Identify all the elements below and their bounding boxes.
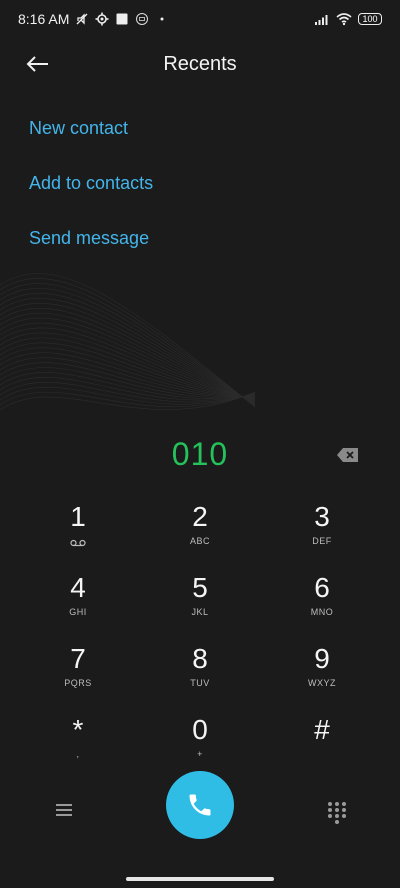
status-right: 100 bbox=[314, 12, 382, 26]
home-indicator[interactable] bbox=[126, 877, 274, 881]
key-5[interactable]: 5 JKL bbox=[150, 571, 250, 637]
key-6[interactable]: 6 MNO bbox=[272, 571, 372, 637]
key-7[interactable]: 7 PQRS bbox=[28, 642, 128, 708]
key-letters: , bbox=[76, 749, 80, 759]
key-digit: 7 bbox=[70, 643, 86, 674]
phone-icon bbox=[189, 794, 211, 816]
key-digit: 9 bbox=[314, 643, 330, 674]
key-digit: 4 bbox=[70, 572, 86, 603]
key-digit: 2 bbox=[192, 501, 208, 532]
status-left: 8:16 AM bbox=[18, 11, 169, 27]
key-digit: 5 bbox=[192, 572, 208, 603]
key-letters: MNO bbox=[310, 607, 334, 617]
key-letters: PQRS bbox=[64, 678, 92, 688]
key-letters: ABC bbox=[189, 536, 210, 546]
key-1[interactable]: 1 bbox=[28, 500, 128, 566]
dot-icon bbox=[160, 17, 164, 21]
key-digit: 3 bbox=[314, 501, 330, 532]
signal-icon bbox=[315, 15, 328, 25]
header: Recents bbox=[0, 40, 400, 88]
status-time: 8:16 AM bbox=[18, 11, 70, 27]
key-letters: GHI bbox=[69, 607, 87, 617]
dialpad-icon[interactable] bbox=[326, 800, 348, 824]
square-icon bbox=[116, 13, 128, 25]
call-button[interactable] bbox=[166, 771, 234, 839]
arrow-left-icon bbox=[26, 56, 48, 72]
key-letters: DEF bbox=[312, 536, 332, 546]
key-9[interactable]: 9 WXYZ bbox=[272, 642, 372, 708]
wifi-icon bbox=[336, 13, 352, 26]
key-8[interactable]: 8 TUV bbox=[150, 642, 250, 708]
battery-icon: 100 bbox=[358, 13, 382, 25]
key-letters: + bbox=[197, 749, 203, 759]
key-digit: 8 bbox=[192, 643, 208, 674]
voicemail-icon bbox=[70, 539, 86, 547]
key-digit: # bbox=[314, 714, 330, 745]
key-letters: TUV bbox=[190, 678, 210, 688]
key-4[interactable]: 4 GHI bbox=[28, 571, 128, 637]
key-letters: WXYZ bbox=[308, 678, 336, 688]
key-digit: 0 bbox=[192, 714, 208, 745]
new-contact-link[interactable]: New contact bbox=[29, 114, 153, 169]
number-display: 010 bbox=[0, 432, 400, 482]
key-digit: 1 bbox=[70, 501, 86, 532]
add-to-contacts-link[interactable]: Add to contacts bbox=[29, 169, 153, 224]
settings-icon bbox=[95, 12, 109, 26]
key-digit: 6 bbox=[314, 572, 330, 603]
backspace-icon[interactable] bbox=[336, 446, 360, 464]
background-wave bbox=[0, 273, 256, 411]
key-3[interactable]: 3 DEF bbox=[272, 500, 372, 566]
battery-level: 100 bbox=[362, 14, 378, 24]
back-button[interactable] bbox=[20, 50, 56, 78]
page-title: Recents bbox=[163, 52, 237, 75]
app-icon bbox=[136, 13, 149, 25]
status-bar: 8:16 AM 100 bbox=[0, 0, 400, 38]
key-2[interactable]: 2 ABC bbox=[150, 500, 250, 566]
menu-icon[interactable] bbox=[52, 800, 76, 820]
mute-icon bbox=[76, 13, 88, 25]
key-digit: * bbox=[72, 714, 84, 745]
key-letters: JKL bbox=[191, 607, 209, 617]
bottom-bar bbox=[0, 770, 400, 850]
